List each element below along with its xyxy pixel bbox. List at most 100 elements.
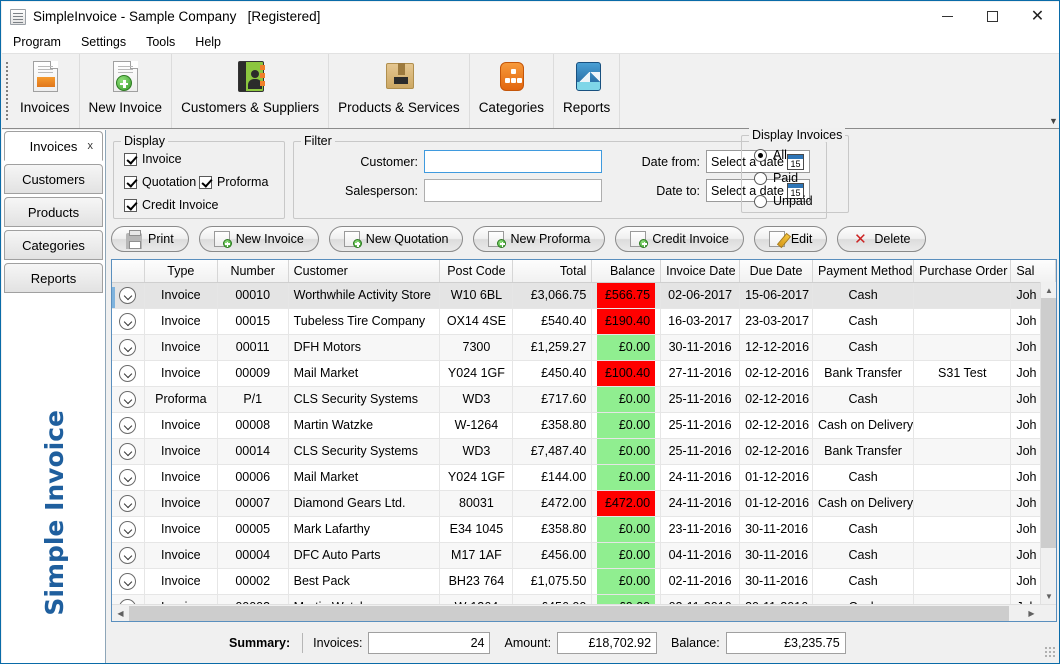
sidebar-item-invoices[interactable]: Invoices x xyxy=(4,131,103,161)
column-header-due-date[interactable]: Due Date xyxy=(740,260,813,282)
edit-button[interactable]: Edit xyxy=(754,226,828,252)
column-header-invoice-date[interactable]: Invoice Date xyxy=(661,260,740,282)
menu-item-program[interactable]: Program xyxy=(4,33,70,51)
toolbar-button-products-services[interactable]: Products & Services xyxy=(329,54,470,128)
toolbar-grip[interactable] xyxy=(2,54,11,128)
column-header-total[interactable]: Total xyxy=(513,260,592,282)
row-expander-cell[interactable] xyxy=(112,334,144,360)
chevron-down-icon[interactable] xyxy=(119,287,136,304)
horizontal-scroll-thumb[interactable] xyxy=(129,606,1009,621)
chevron-down-icon[interactable] xyxy=(119,573,136,590)
toolbar-button-invoices[interactable]: Invoices xyxy=(11,54,80,128)
table-row[interactable]: Invoice00009Mail MarketY024 1GF£450.40£1… xyxy=(112,360,1056,386)
close-tab-icon[interactable]: x xyxy=(88,140,94,152)
scroll-down-icon[interactable]: ▼ xyxy=(1041,588,1057,604)
chevron-down-icon[interactable] xyxy=(119,365,136,382)
new-quotation-button[interactable]: New Quotation xyxy=(329,226,464,252)
column-header-customer[interactable]: Customer xyxy=(288,260,440,282)
table-row[interactable]: Invoice00002Best PackBH23 764£1,075.50£0… xyxy=(112,568,1056,594)
print-button[interactable]: Print xyxy=(111,226,189,252)
toolbar-overflow-icon[interactable]: ▼ xyxy=(1047,54,1060,128)
maximize-button[interactable] xyxy=(970,2,1015,31)
chevron-down-icon[interactable] xyxy=(119,547,136,564)
sidebar-item-reports[interactable]: Reports xyxy=(4,263,103,293)
chevron-down-icon[interactable] xyxy=(119,495,136,512)
scroll-up-icon[interactable]: ▲ xyxy=(1041,282,1057,298)
toolbar-button-reports[interactable]: Reports xyxy=(554,54,620,128)
table-row[interactable]: Invoice00014CLS Security SystemsWD3£7,48… xyxy=(112,438,1056,464)
column-header-balance[interactable]: Balance xyxy=(592,260,661,282)
filter-panel: Display Invoice Quotation Proforma Credi… xyxy=(107,131,1059,219)
new-invoice-button[interactable]: New Invoice xyxy=(199,226,319,252)
toolbar-button-categories[interactable]: Categories xyxy=(470,54,554,128)
row-expander-cell[interactable] xyxy=(112,568,144,594)
column-header-type[interactable]: Type xyxy=(144,260,217,282)
toolbar-button-new-invoice[interactable]: New Invoice xyxy=(80,54,173,128)
grid-vertical-scrollbar[interactable]: ▲ ▼ xyxy=(1040,282,1056,604)
toolbar-button-customers-suppliers[interactable]: Customers & Suppliers xyxy=(172,54,329,128)
table-row[interactable]: Invoice00010Worthwhile Activity StoreW10… xyxy=(112,282,1056,308)
table-row[interactable]: Invoice00007Diamond Gears Ltd.80031£472.… xyxy=(112,490,1056,516)
delete-button[interactable]: ✕ Delete xyxy=(837,226,925,252)
menu-item-help[interactable]: Help xyxy=(186,33,230,51)
row-expander-cell[interactable] xyxy=(112,360,144,386)
column-header-expander[interactable] xyxy=(112,260,144,282)
row-expander-cell[interactable] xyxy=(112,490,144,516)
minimize-button[interactable] xyxy=(925,2,970,31)
table-row[interactable]: Invoice00006Mail MarketY024 1GF£144.00£0… xyxy=(112,464,1056,490)
row-expander-cell[interactable] xyxy=(112,308,144,334)
table-row[interactable]: Invoice00004DFC Auto PartsM17 1AF£456.00… xyxy=(112,542,1056,568)
table-row[interactable]: Invoice00005Mark LafarthyE34 1045£358.80… xyxy=(112,516,1056,542)
close-button[interactable]: ✕ xyxy=(1015,2,1060,31)
row-expander-cell[interactable] xyxy=(112,282,144,308)
checkbox-credit-invoice[interactable]: Credit Invoice xyxy=(124,198,218,212)
row-expander-cell[interactable] xyxy=(112,386,144,412)
radio-paid[interactable]: Paid xyxy=(754,171,798,185)
chevron-down-icon[interactable] xyxy=(119,417,136,434)
vertical-scroll-thumb[interactable] xyxy=(1041,298,1057,548)
checkbox-quotation[interactable]: Quotation xyxy=(124,175,196,189)
chevron-down-icon[interactable] xyxy=(119,443,136,460)
sidebar-item-categories[interactable]: Categories xyxy=(4,230,103,260)
sidebar-item-customers[interactable]: Customers xyxy=(4,164,103,194)
scroll-right-icon[interactable]: ▶ xyxy=(1023,605,1040,621)
row-expander-cell[interactable] xyxy=(112,516,144,542)
column-header-salesperson[interactable]: Sal xyxy=(1011,260,1056,282)
chevron-down-icon[interactable] xyxy=(119,339,136,356)
table-row[interactable]: Invoice00011DFH Motors7300£1,259.27£0.00… xyxy=(112,334,1056,360)
table-row[interactable]: Invoice00008Martin WatzkeW-1264£358.80£0… xyxy=(112,412,1056,438)
radio-all[interactable]: All xyxy=(754,148,787,162)
window-resize-grip[interactable] xyxy=(1044,646,1056,658)
grid-horizontal-scrollbar[interactable]: ◀ ▶ xyxy=(112,604,1056,621)
checkbox-proforma[interactable]: Proforma xyxy=(199,175,268,189)
radio-unpaid[interactable]: Unpaid xyxy=(754,194,813,208)
column-header-payment-method[interactable]: Payment Method xyxy=(812,260,913,282)
cell-balance: £566.75 xyxy=(592,282,661,308)
checkbox-invoice[interactable]: Invoice xyxy=(124,152,182,166)
sidebar-item-products[interactable]: Products xyxy=(4,197,103,227)
new-proforma-button[interactable]: New Proforma xyxy=(473,226,605,252)
customer-input[interactable] xyxy=(424,150,602,173)
cell-number: 00014 xyxy=(217,438,288,464)
row-expander-cell[interactable] xyxy=(112,464,144,490)
column-header-post-code[interactable]: Post Code xyxy=(440,260,513,282)
row-expander-cell[interactable] xyxy=(112,438,144,464)
column-header-purchase-order[interactable]: Purchase Order xyxy=(914,260,1011,282)
cell-customer: DFH Motors xyxy=(288,334,440,360)
salesperson-input[interactable] xyxy=(424,179,602,202)
row-expander-cell[interactable] xyxy=(112,412,144,438)
table-row[interactable]: Invoice00015Tubeless Tire CompanyOX14 4S… xyxy=(112,308,1056,334)
chevron-down-icon[interactable] xyxy=(119,313,136,330)
chevron-down-icon[interactable] xyxy=(119,521,136,538)
column-header-number[interactable]: Number xyxy=(217,260,288,282)
cell-total: £472.00 xyxy=(513,490,592,516)
scroll-left-icon[interactable]: ◀ xyxy=(112,605,129,621)
chevron-down-icon[interactable] xyxy=(119,469,136,486)
table-row[interactable]: ProformaP/1CLS Security SystemsWD3£717.6… xyxy=(112,386,1056,412)
cell-purchase-order xyxy=(914,386,1011,412)
row-expander-cell[interactable] xyxy=(112,542,144,568)
menu-item-settings[interactable]: Settings xyxy=(72,33,135,51)
menu-item-tools[interactable]: Tools xyxy=(137,33,184,51)
credit-invoice-button[interactable]: Credit Invoice xyxy=(615,226,743,252)
chevron-down-icon[interactable] xyxy=(119,391,136,408)
